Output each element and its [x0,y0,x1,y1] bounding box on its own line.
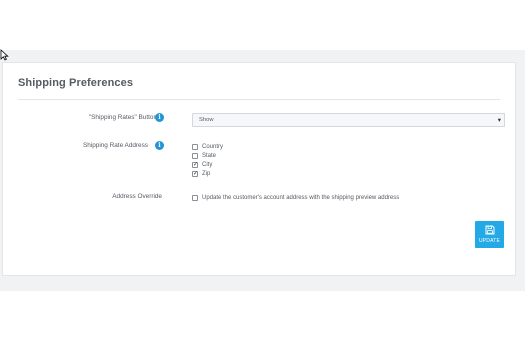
shipping-rates-buttons-select[interactable]: Show ▾ [192,113,505,127]
checkbox-label: City [202,161,213,168]
chevron-down-icon: ▾ [497,117,501,124]
checkbox-label: Country [202,143,224,150]
checkbox-box[interactable] [192,152,198,159]
checkbox-box[interactable]: ✓ [192,161,198,168]
panel-title: Shipping Preferences [18,77,134,89]
checkbox-box[interactable]: ✓ [192,170,198,177]
checkbox-city[interactable]: ✓ City [192,160,212,169]
select-value: Show [199,117,214,123]
save-icon [485,225,495,235]
info-icon[interactable]: i [155,141,164,150]
shipping-rates-buttons-label: "Shipping Rates" Buttons: [88,114,162,121]
checkbox-box[interactable] [192,143,198,150]
checkbox-state[interactable]: State [192,151,216,160]
title-divider [18,99,500,100]
checkbox-box[interactable] [192,194,198,201]
checkbox-country[interactable]: Country [192,142,223,151]
checkbox-address-override[interactable]: Update the customer's account address wi… [192,193,399,202]
checkbox-label: Zip [202,170,211,177]
page: Shipping Preferences "Shipping Rates" Bu… [0,0,525,343]
checkbox-label: Update the customer's account address wi… [202,194,400,201]
checkbox-zip[interactable]: ✓ Zip [192,169,210,178]
mouse-cursor-icon [0,49,9,61]
address-override-label: Address Override [112,193,162,200]
shipping-rate-address-label: Shipping Rate Address [82,142,148,149]
update-button-label: UPDATE [478,238,501,244]
shipping-preferences-panel: Shipping Preferences "Shipping Rates" Bu… [2,62,516,276]
checkbox-label: State [202,152,217,159]
update-button[interactable]: UPDATE [475,221,504,248]
info-icon[interactable]: i [155,113,164,122]
